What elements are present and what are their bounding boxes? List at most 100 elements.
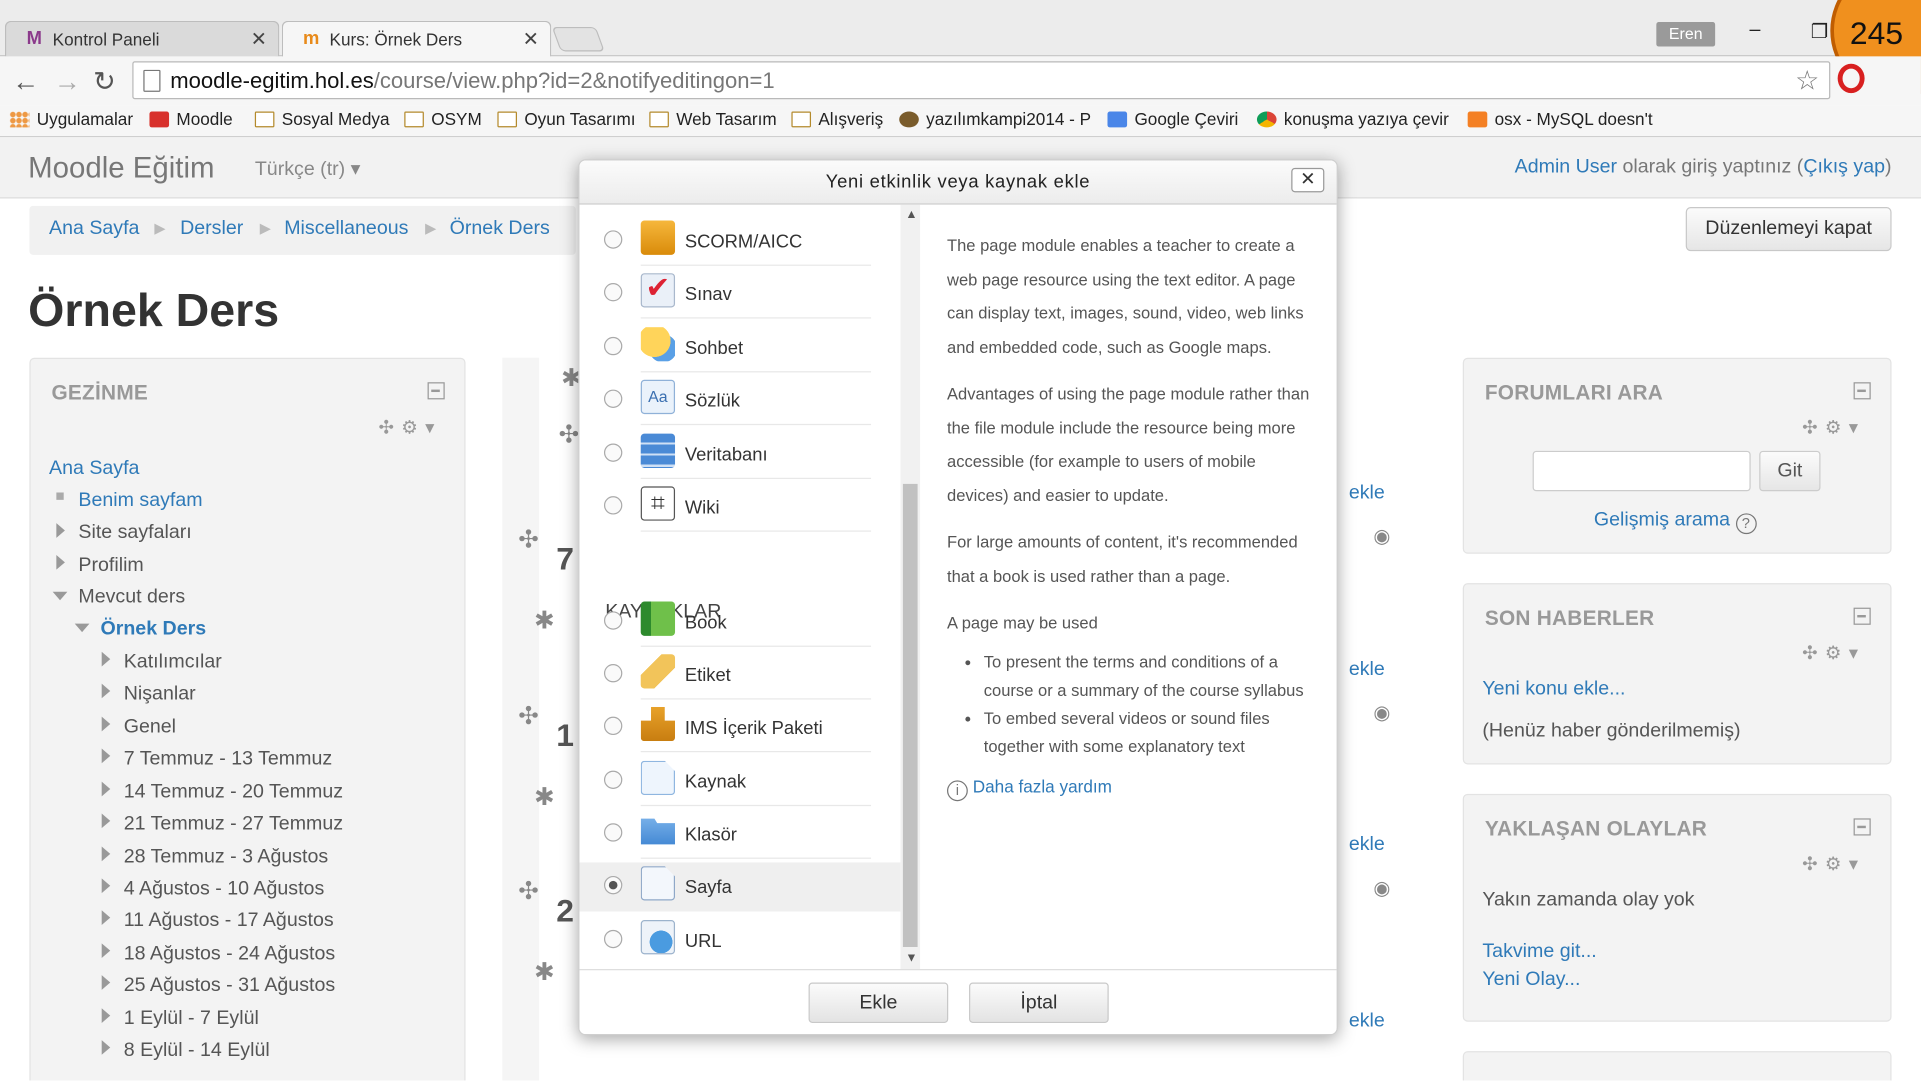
radio-button[interactable] [603, 823, 623, 842]
back-icon[interactable]: ← [12, 66, 39, 98]
gear-icon[interactable]: ✱ [534, 957, 555, 988]
expand-icon[interactable] [101, 1008, 111, 1023]
help-icon[interactable]: ? [1735, 513, 1757, 535]
option-sohbet[interactable]: Sohbet [579, 323, 900, 373]
breadcrumb-dersler[interactable]: Dersler [180, 218, 243, 240]
collapse-icon[interactable] [1853, 382, 1871, 400]
block-move-config-icons[interactable]: ✣⚙▾ [379, 417, 442, 439]
expand-icon[interactable] [101, 975, 111, 990]
nav-genel[interactable]: Genel [124, 717, 176, 739]
option-sayfa[interactable]: Sayfa [579, 862, 901, 912]
gear-icon[interactable]: ✱ [534, 782, 555, 813]
new-tab-button[interactable] [551, 26, 605, 52]
bookmark-osx-mysql[interactable]: osx - MySQL doesn't [1467, 109, 1653, 129]
breadcrumb-miscellaneous[interactable]: Miscellaneous [284, 218, 408, 240]
bookmark-konusma[interactable]: konuşma yazıya çevir [1256, 109, 1449, 129]
turn-editing-off-button[interactable]: Düzenlemeyi kapat [1685, 207, 1892, 252]
expand-icon[interactable] [101, 813, 111, 829]
radio-button-selected[interactable] [603, 875, 623, 895]
expand-icon[interactable] [101, 1040, 111, 1055]
radio-button[interactable] [603, 282, 623, 302]
radio-button[interactable] [603, 716, 623, 736]
expand-icon[interactable] [101, 846, 111, 862]
nav-mevcut-ders[interactable]: Mevcut ders [78, 587, 185, 609]
radio-button[interactable] [603, 336, 623, 356]
radio-button[interactable] [603, 443, 623, 462]
more-help-link[interactable]: i Daha fazla yardım [947, 776, 1112, 801]
forum-search-input[interactable] [1532, 450, 1751, 492]
user-profile-link[interactable]: Admin User [1515, 157, 1617, 178]
collapse-tree-icon[interactable] [52, 591, 68, 601]
nav-benim-sayfam[interactable]: Benim sayfam [78, 490, 202, 512]
bookmark-moodle[interactable]: Moodle [149, 109, 233, 129]
radio-button[interactable] [603, 389, 623, 408]
option-veritabani[interactable]: Veritabanı [579, 430, 900, 480]
nav-week[interactable]: 7 Temmuz - 13 Temmuz [124, 749, 332, 771]
forum-search-go-button[interactable]: Git [1759, 450, 1821, 492]
expand-icon[interactable] [101, 651, 111, 667]
add-activity-link[interactable]: ekle [1349, 483, 1385, 505]
option-sinav[interactable]: ✔ Sınav [579, 270, 900, 319]
nav-site-sayfalari[interactable]: Site sayfaları [78, 522, 191, 544]
bookmark-folder[interactable]: Alışveriş [791, 109, 883, 129]
eye-icon[interactable]: ◉ [1373, 524, 1390, 549]
scroll-down-icon[interactable]: ▼ [905, 952, 917, 965]
move-icon[interactable]: ✣ [518, 876, 539, 907]
option-wiki[interactable]: ⌗ Wiki [579, 483, 900, 532]
option-ims[interactable]: IMS İçerik Paketi [579, 703, 900, 753]
expand-icon[interactable] [56, 523, 65, 538]
bookmark-folder[interactable]: Sosyal Medya [254, 109, 390, 129]
nav-week[interactable]: 25 Ağustos - 31 Ağustos [124, 975, 335, 997]
new-event-link[interactable]: Yeni Olay... [1482, 969, 1580, 991]
bookmark-google-ceviri[interactable]: Google Çeviri [1107, 109, 1238, 129]
bookmark-yazilimkampi[interactable]: yazılımkampi2014 - P [899, 109, 1091, 129]
bookmark-apps[interactable]: Uygulamalar [9, 109, 133, 129]
breadcrumb-ana-sayfa[interactable]: Ana Sayfa [49, 218, 139, 240]
tab-kontrol-paneli[interactable]: M Kontrol Paneli ✕ [4, 20, 280, 57]
option-scorm[interactable]: SCORM/AICC [579, 217, 900, 266]
add-activity-link[interactable]: ekle [1349, 1011, 1385, 1033]
breadcrumb-ornek-ders[interactable]: Örnek Ders [450, 218, 550, 240]
tab-kurs-ornek-ders[interactable]: m Kurs: Örnek Ders ✕ [281, 20, 552, 58]
nav-week[interactable]: 14 Temmuz - 20 Temmuz [124, 782, 343, 804]
option-etiket[interactable]: Etiket [579, 651, 900, 700]
bookmark-star-icon[interactable]: ☆ [1795, 65, 1819, 97]
restore-icon[interactable]: ❐ [1811, 20, 1829, 45]
expand-icon[interactable] [101, 943, 111, 959]
nav-week[interactable]: 4 Ağustos - 10 Ağustos [124, 878, 325, 900]
collapse-icon[interactable] [1853, 818, 1871, 836]
logout-link[interactable]: Çıkış yap [1803, 157, 1885, 178]
cancel-button[interactable]: İptal [969, 982, 1109, 1023]
option-klasor[interactable]: Klasör [579, 810, 900, 859]
bookmark-folder[interactable]: Oyun Tasarımı [497, 109, 636, 129]
nav-katilimcilar[interactable]: Katılımcılar [124, 652, 222, 674]
go-to-calendar-link[interactable]: Takvime git... [1482, 941, 1596, 963]
nav-week[interactable]: 1 Eylül - 7 Eylül [124, 1008, 259, 1030]
block-move-config-icons[interactable]: ✣⚙▾ [1802, 642, 1865, 664]
expand-icon[interactable] [101, 781, 111, 797]
nav-week[interactable]: 11 Ağustos - 17 Ağustos [124, 910, 334, 932]
expand-icon[interactable] [101, 910, 111, 925]
minimize-icon[interactable]: – [1749, 20, 1760, 42]
radio-button[interactable] [603, 664, 623, 683]
radio-button[interactable] [603, 929, 623, 949]
nav-week[interactable]: 18 Ağustos - 24 Ağustos [124, 943, 335, 965]
nav-nisanlar[interactable]: Nişanlar [124, 684, 196, 706]
eye-icon[interactable]: ◉ [1373, 876, 1390, 901]
nav-week[interactable]: 8 Eylül - 14 Eylül [124, 1040, 270, 1062]
eye-icon[interactable]: ◉ [1373, 701, 1390, 726]
move-icon[interactable]: ✣ [518, 524, 539, 555]
language-menu[interactable]: Türkçe (tr) ▾ [255, 157, 361, 182]
site-brand[interactable]: Moodle Eğitim [28, 152, 214, 186]
add-activity-link[interactable]: ekle [1349, 834, 1385, 856]
expand-icon[interactable] [101, 716, 111, 732]
nav-week[interactable]: 28 Temmuz - 3 Ağustos [124, 847, 328, 869]
extension-icon[interactable] [1837, 63, 1865, 94]
add-button[interactable]: Ekle [808, 982, 949, 1023]
expand-icon[interactable] [56, 554, 65, 570]
nav-week[interactable]: 21 Temmuz - 27 Temmuz [124, 813, 343, 835]
url-bar[interactable]: moodle-egitim.hol.es/course/view.php?id=… [132, 61, 1831, 100]
nav-ana-sayfa[interactable]: Ana Sayfa [49, 458, 139, 480]
collapse-tree-icon[interactable] [74, 623, 90, 633]
scroll-thumb[interactable] [902, 483, 918, 948]
